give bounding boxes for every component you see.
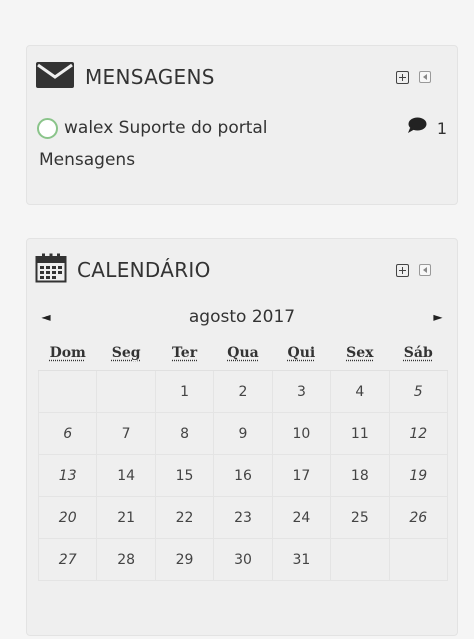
day-cell[interactable]: 13 [37, 454, 98, 497]
calendar-header: CALENDÁRIO [35, 253, 449, 287]
day-cell[interactable]: 24 [271, 496, 332, 539]
day-cell [330, 538, 390, 581]
day-cell[interactable]: 3 [271, 370, 332, 413]
avatar [37, 117, 58, 139]
day-cell[interactable]: 8 [154, 412, 215, 455]
day-cell[interactable]: 1 [154, 370, 215, 413]
comment-icon [407, 117, 427, 139]
messages-header: MENSAGENS [35, 60, 449, 94]
day-cell[interactable]: 7 [96, 412, 156, 455]
prev-month-arrow-icon[interactable]: ◄ [39, 310, 53, 324]
next-month-arrow-icon[interactable]: ► [431, 310, 445, 324]
message-sender[interactable]: walex Suporte do portal [64, 118, 268, 138]
dock-icon[interactable] [419, 71, 431, 83]
weekday-header: Qui [272, 336, 331, 371]
day-cell[interactable]: 21 [96, 496, 156, 539]
month-label[interactable]: agosto 2017 [189, 307, 295, 327]
day-cell[interactable]: 11 [330, 412, 390, 455]
day-cell[interactable]: 23 [213, 496, 273, 539]
calendar-block: CALENDÁRIO ◄ agosto 2017 ► Dom Seg Ter Q… [26, 238, 458, 636]
day-cell[interactable]: 28 [96, 538, 156, 581]
day-cell[interactable]: 2 [213, 370, 273, 413]
day-cell[interactable]: 4 [330, 370, 390, 413]
weekday-header: Seg [96, 336, 156, 371]
day-cell[interactable]: 31 [271, 538, 332, 581]
weekday-header: Sáb [389, 336, 448, 371]
day-cell [37, 370, 98, 413]
day-cell[interactable]: 30 [213, 538, 273, 581]
week-row: 27 28 29 30 31 [37, 538, 449, 581]
weekday-header: Dom [38, 336, 97, 371]
envelope-icon [35, 61, 75, 93]
day-cell[interactable]: 17 [271, 454, 332, 497]
day-cell[interactable]: 9 [213, 412, 273, 455]
weekday-row: Dom Seg Ter Qua Qui Sex Sáb [38, 336, 448, 371]
day-cell[interactable]: 6 [37, 412, 98, 455]
day-cell[interactable]: 27 [37, 538, 98, 581]
calendar-nav: ◄ agosto 2017 ► [39, 303, 445, 331]
day-cell[interactable]: 19 [388, 454, 449, 497]
weekday-header: Ter [155, 336, 214, 371]
dock-icon[interactable] [419, 264, 431, 276]
day-cell[interactable]: 14 [96, 454, 156, 497]
day-cell[interactable]: 15 [154, 454, 215, 497]
calendar-icon [35, 253, 67, 287]
calendar-grid: Dom Seg Ter Qua Qui Sex Sáb 1 2 3 4 5 6 [37, 336, 449, 581]
day-cell[interactable]: 5 [388, 370, 449, 413]
day-cell[interactable]: 25 [330, 496, 390, 539]
messages-block: MENSAGENS walex Suporte do portal 1 Mens… [26, 45, 458, 205]
day-cell[interactable]: 16 [213, 454, 273, 497]
week-row: 6 7 8 9 10 11 12 [37, 412, 449, 455]
day-cell [388, 538, 449, 581]
day-cell[interactable]: 10 [271, 412, 332, 455]
messages-title: MENSAGENS [85, 65, 215, 89]
week-row: 1 2 3 4 5 [37, 370, 449, 413]
weekday-header: Sex [330, 336, 390, 371]
message-item[interactable]: walex Suporte do portal 1 [37, 115, 447, 141]
expand-icon[interactable] [396, 263, 409, 277]
day-cell[interactable]: 20 [37, 496, 98, 539]
day-cell [96, 370, 156, 413]
week-row: 13 14 15 16 17 18 19 [37, 454, 449, 497]
day-cell[interactable]: 29 [154, 538, 215, 581]
day-cell[interactable]: 22 [154, 496, 215, 539]
day-cell[interactable]: 18 [330, 454, 390, 497]
week-row: 20 21 22 23 24 25 26 [37, 496, 449, 539]
day-cell[interactable]: 26 [388, 496, 449, 539]
calendar-title: CALENDÁRIO [77, 258, 211, 282]
messages-link[interactable]: Mensagens [39, 150, 135, 170]
message-count: 1 [436, 118, 447, 138]
weekday-header: Qua [213, 336, 273, 371]
day-cell[interactable]: 12 [388, 412, 449, 455]
expand-icon[interactable] [396, 70, 409, 84]
